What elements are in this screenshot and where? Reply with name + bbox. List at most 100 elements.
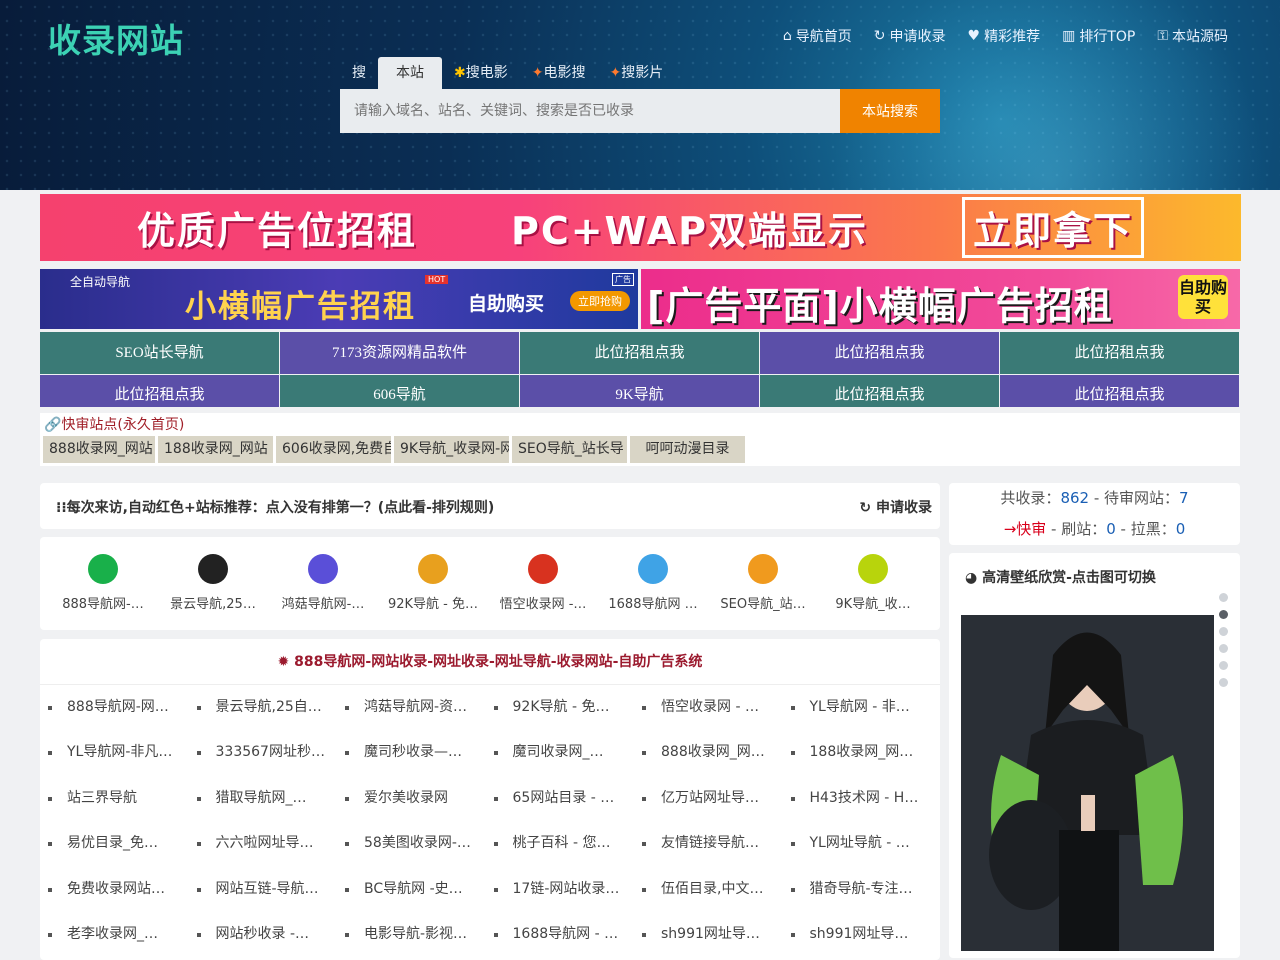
nav-item-4[interactable]: ⚿ 本站源码 xyxy=(1157,26,1228,46)
list-item[interactable]: BC导航网 -史… xyxy=(345,867,494,912)
list-item[interactable]: 友情链接导航… xyxy=(642,821,791,866)
quick-review-item[interactable]: 9K导航_收录网-网 xyxy=(394,436,509,463)
nav-label: 导航首页 xyxy=(795,29,852,45)
list-item[interactable]: YL导航网-非凡… xyxy=(48,730,197,775)
featured-site[interactable]: 1688导航网 … xyxy=(598,537,708,630)
ad-link[interactable]: 此位招租点我 xyxy=(1000,375,1239,407)
list-item[interactable]: YL网址导航 - … xyxy=(790,821,940,866)
list-item[interactable]: 网站互链-导航… xyxy=(196,867,346,912)
carousel-dot[interactable] xyxy=(1219,593,1228,602)
list-item[interactable]: 易优目录_免… xyxy=(48,821,197,866)
list-item[interactable]: 1688导航网 - … xyxy=(493,912,643,957)
search-button[interactable]: 本站搜索 xyxy=(840,89,940,133)
list-item[interactable]: 92K导航 - 免… xyxy=(493,685,643,730)
list-item[interactable]: 网站秒收录 -… xyxy=(196,912,346,957)
ad-link[interactable]: 此位招租点我 xyxy=(760,332,999,374)
featured-site-label: 92K导航 - 免… xyxy=(387,597,479,612)
ad-link[interactable]: 606导航 xyxy=(280,375,519,407)
ad-link[interactable]: SEO站长导航 xyxy=(40,332,279,374)
list-item[interactable]: 伍佰目录,中文… xyxy=(642,867,791,912)
carousel-dot[interactable] xyxy=(1219,627,1228,636)
carousel-dot[interactable] xyxy=(1219,678,1228,687)
nav-item-0[interactable]: ⌂ 导航首页 xyxy=(783,26,852,46)
quick-review-item[interactable]: 呵呵动漫目录 xyxy=(630,436,745,463)
nav-item-2[interactable]: ♥ 精彩推荐 xyxy=(968,26,1041,46)
list-item[interactable]: sh991网址导… xyxy=(790,912,940,957)
list-item[interactable]: sh991网址导… xyxy=(642,912,791,957)
search-bar: 本站搜索 xyxy=(340,89,940,133)
featured-site[interactable]: 景云导航,25… xyxy=(158,537,268,630)
notice-text[interactable]: ⁝⁝每次来访,自动红色+站标推荐：点入没有排第一？(点此看-排列规则) xyxy=(56,497,494,517)
list-item[interactable]: 老李收录网_… xyxy=(48,912,197,957)
ad-link[interactable]: 此位招租点我 xyxy=(760,375,999,407)
code-icon: ⚿ xyxy=(1157,28,1168,44)
hot-badge: HOT xyxy=(425,275,449,284)
site-logo[interactable]: 收录网站 xyxy=(48,14,184,62)
list-item[interactable]: 猎取导航网_… xyxy=(196,776,346,821)
list-item[interactable]: 888收录网_网… xyxy=(642,730,791,775)
list-item[interactable]: 65网站目录 - … xyxy=(493,776,643,821)
carousel-dot[interactable] xyxy=(1219,644,1228,653)
list-item[interactable]: 悟空收录网 - … xyxy=(642,685,791,730)
list-item[interactable]: 魔司收录网_… xyxy=(493,730,643,775)
list-item[interactable]: 鸿菇导航网-资… xyxy=(345,685,494,730)
tab-search-movie[interactable]: ✱搜电影 xyxy=(442,57,520,89)
tab-movie-search[interactable]: ✦电影搜 xyxy=(520,57,598,89)
nav-item-3[interactable]: ▥ 排行TOP xyxy=(1062,26,1135,46)
list-item[interactable]: 17链-网站收录… xyxy=(493,867,643,912)
featured-site-label: 景云导航,25… xyxy=(170,597,256,612)
list-item[interactable]: 58美图收录网-… xyxy=(345,821,494,866)
list-item[interactable]: 免费收录网站… xyxy=(48,867,197,912)
ad-banner-right[interactable]: [广告平面]小横幅广告招租 自助购买 xyxy=(641,269,1240,329)
banner-go-button[interactable]: 立即抢购 xyxy=(570,291,630,311)
nav-label: 申请收录 xyxy=(889,29,946,45)
fast-review-link[interactable]: →快审 xyxy=(1004,520,1047,538)
list-item[interactable]: 188收录网_网… xyxy=(790,730,940,775)
wallpaper-image[interactable] xyxy=(961,615,1214,951)
featured-site[interactable]: 888导航网-… xyxy=(48,537,158,630)
list-item[interactable]: 桃子百科 - 您… xyxy=(493,821,643,866)
list-item[interactable]: 六六啦网址导… xyxy=(196,821,346,866)
ad-link[interactable]: 此位招租点我 xyxy=(1000,332,1239,374)
ad-banner-top[interactable]: 优质广告位招租 PC+WAP双端显示 立即拿下 xyxy=(40,194,1241,261)
list-item[interactable]: 景云导航,25自… xyxy=(196,685,346,730)
site-favicon-icon xyxy=(638,554,668,584)
carousel-dot[interactable] xyxy=(1219,661,1228,670)
list-item[interactable]: 333567网址秒… xyxy=(196,730,346,775)
list-item[interactable]: 888导航网-网… xyxy=(48,685,197,730)
quick-review-item[interactable]: 888收录网_网站 xyxy=(43,436,155,463)
quick-review-item[interactable]: SEO导航_站长导 xyxy=(512,436,627,463)
list-item[interactable]: YL导航网 - 非… xyxy=(790,685,940,730)
ad-link[interactable]: 此位招租点我 xyxy=(40,375,279,407)
list-item[interactable]: 爱尔美收录网 xyxy=(345,776,494,821)
tab-search-film[interactable]: ✦搜影片 xyxy=(597,57,675,89)
featured-site[interactable]: 9K导航_收… xyxy=(818,537,928,630)
carousel-dot[interactable] xyxy=(1219,610,1228,619)
list-item[interactable]: 猎奇导航-专注… xyxy=(790,867,940,912)
search-input[interactable] xyxy=(340,89,840,133)
ad-banner-left[interactable]: 全自动导航 小横幅广告招租 HOT 自助购买 立即抢购 广告 xyxy=(40,269,638,329)
list-item[interactable]: 魔司秒收录—… xyxy=(345,730,494,775)
nav-label: 本站源码 xyxy=(1172,29,1228,45)
banner-title: [广告平面]小横幅广告招租 xyxy=(647,284,1113,328)
quick-review-item[interactable]: 188收录网_网站 xyxy=(158,436,273,463)
banner-text: 优质广告位招租 xyxy=(136,209,417,253)
quick-review-item[interactable]: 606收录网,免费自 xyxy=(276,436,391,463)
featured-site[interactable]: 鸿菇导航网-… xyxy=(268,537,378,630)
list-item[interactable]: 亿万站网址导… xyxy=(642,776,791,821)
list-item[interactable]: 电影导航-影视… xyxy=(345,912,494,957)
tab-local[interactable]: 本站 xyxy=(378,57,442,89)
featured-site[interactable]: 悟空收录网 -… xyxy=(488,537,598,630)
nav-item-1[interactable]: ↻ 申请收录 xyxy=(874,26,946,46)
ad-label: 广告 xyxy=(612,273,634,286)
refresh-icon: ↻ xyxy=(859,500,876,516)
featured-site[interactable]: 92K导航 - 免… xyxy=(378,537,488,630)
ad-link[interactable]: 7173资源网精品软件 xyxy=(280,332,519,374)
ad-link[interactable]: 此位招租点我 xyxy=(520,332,759,374)
apply-button[interactable]: ↻ 申请收录 xyxy=(859,497,932,517)
ad-link[interactable]: 9K导航 xyxy=(520,375,759,407)
featured-site[interactable]: SEO导航_站… xyxy=(708,537,818,630)
list-item[interactable]: 站三界导航 xyxy=(48,776,197,821)
site-list-heading[interactable]: ✹ 888导航网-网站收录-网址收录-网址导航-收录网站-自助广告系统 xyxy=(40,639,940,685)
list-item[interactable]: H43技术网 - H… xyxy=(790,776,940,821)
